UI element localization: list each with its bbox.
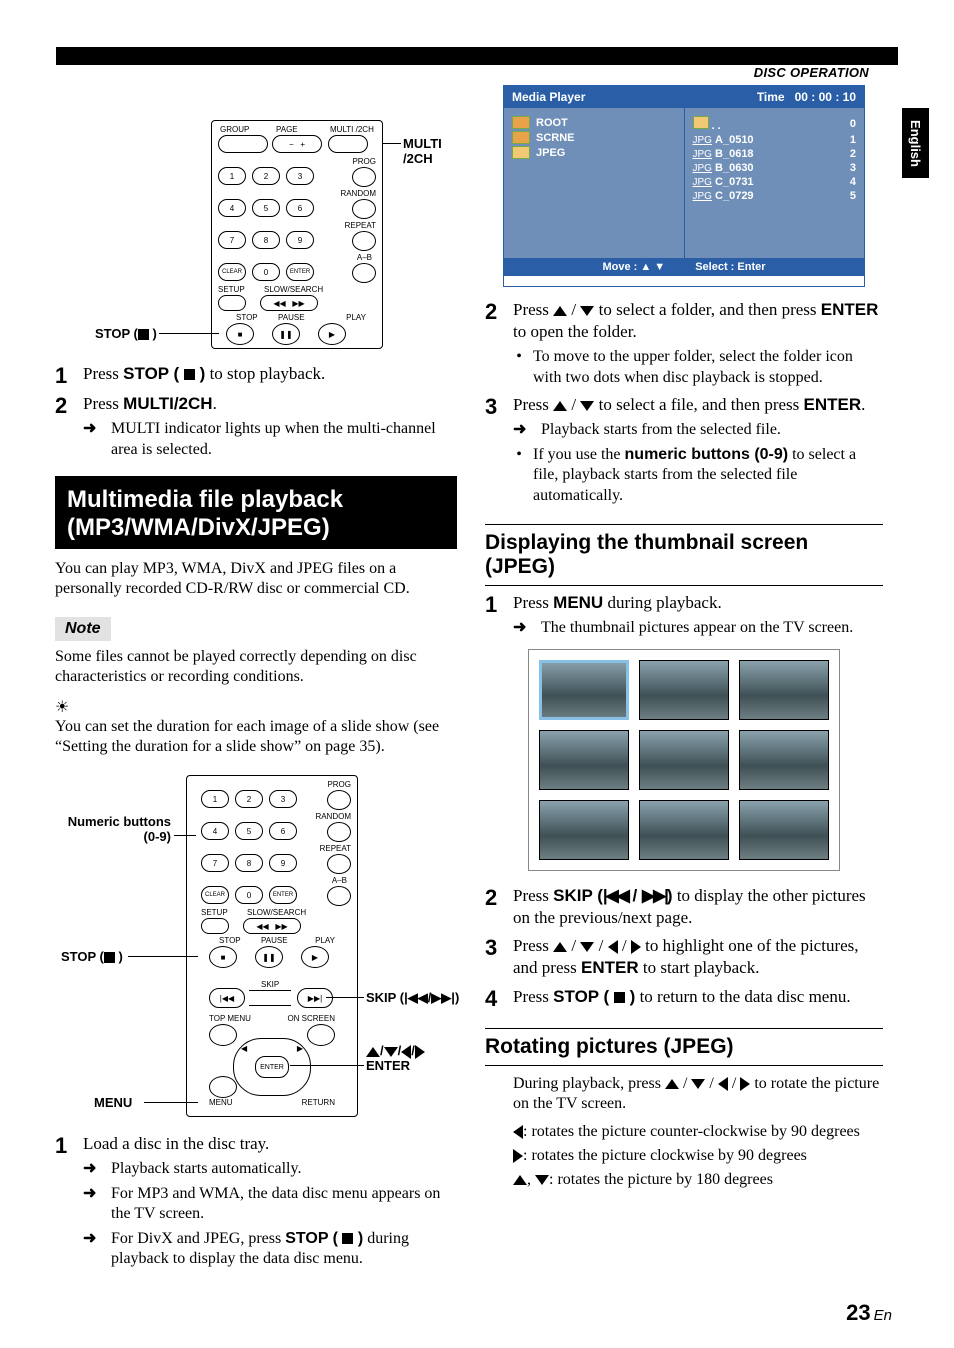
callout-menu: MENU xyxy=(94,1095,132,1110)
thumbnail xyxy=(739,800,829,860)
thumbnail xyxy=(539,730,629,790)
note-body: Some files cannot be played correctly de… xyxy=(55,647,457,687)
callout-stop: STOP ( ) xyxy=(95,326,157,341)
step: 1 Press MENU during playback. ➜The thumb… xyxy=(485,592,883,639)
step-number: 1 xyxy=(55,1133,71,1269)
rc-label: SETUP xyxy=(218,285,245,294)
tip-text: You can set the duration for each image … xyxy=(55,717,457,757)
thumbnail xyxy=(739,730,829,790)
step-number: 1 xyxy=(55,363,71,387)
thumbnail xyxy=(639,800,729,860)
mp-file-pane: . .0 JPG A_05101 JPG B_06182 JPG B_06303… xyxy=(684,108,865,258)
step: 2 Press / to select a folder, and then p… xyxy=(485,299,883,388)
step: 2 Press MULTI/2CH. ➜MULTI indicator ligh… xyxy=(55,393,457,460)
header-bar xyxy=(56,47,898,65)
callout-stop: STOP ( ) xyxy=(61,949,123,964)
callout-multi: MULTI /2CH xyxy=(403,136,442,166)
rc-label: PAGE xyxy=(276,125,298,134)
thumbnail xyxy=(539,800,629,860)
remote-diagram-1: GROUP PAGE MULTI /2CH − + PROG RANDOM RE… xyxy=(101,120,411,355)
rc-label: STOP xyxy=(236,313,258,322)
rc-label: REPEAT xyxy=(345,221,376,230)
rc-label: RANDOM xyxy=(340,189,376,198)
callout-skip: SKIP (|◀◀/▶▶|) xyxy=(366,990,459,1006)
language-tab: English xyxy=(902,108,929,178)
rc-label: MULTI /2CH xyxy=(330,125,374,134)
callout-arrows: ///ENTER xyxy=(366,1044,425,1073)
tip-icon: ☀ xyxy=(55,697,457,717)
rc-label: SLOW/SEARCH xyxy=(264,285,323,294)
thumbnail xyxy=(639,730,729,790)
mp-title: Media Player xyxy=(512,90,585,104)
subheading: Displaying the thumbnail screen (JPEG) xyxy=(485,524,883,586)
step: 2 Press SKIP (|◀◀ / ▶▶|) to display the … xyxy=(485,885,883,930)
rc-label: PAUSE xyxy=(278,313,305,322)
mp-folder-pane: ROOT SCRNE JPEG xyxy=(504,108,684,258)
thumbnail xyxy=(639,660,729,720)
rc-label: GROUP xyxy=(220,125,249,134)
callout-numeric: Numeric buttons (0-9) xyxy=(61,815,171,845)
step: 4 Press STOP ( ) to return to the data d… xyxy=(485,986,883,1010)
rc-label: A–B xyxy=(357,253,372,262)
header-section: DISC OPERATION xyxy=(754,65,869,80)
thumbnail xyxy=(739,660,829,720)
step: 1 Load a disc in the disc tray. ➜Playbac… xyxy=(55,1133,457,1269)
intro-text: You can play MP3, WMA, DivX and JPEG fil… xyxy=(55,559,457,599)
step: 1 Press STOP ( ) to stop playback. xyxy=(55,363,457,387)
step: 3 Press / / / to highlight one of the pi… xyxy=(485,935,883,979)
rc-label: PROG xyxy=(352,157,376,166)
media-player-screen: Media Player Time 00 : 00 : 10 ROOT SCRN… xyxy=(503,85,865,287)
subheading: Rotating pictures (JPEG) xyxy=(485,1028,883,1066)
section-heading: Multimedia file playback (MP3/WMA/DivX/J… xyxy=(55,476,457,549)
step: 3 Press / to select a file, and then pre… xyxy=(485,394,883,506)
page-number: 23En xyxy=(846,1300,892,1326)
thumbnail xyxy=(539,660,629,720)
remote-diagram-2: PROG RANDOM REPEAT A–B 1 2 3 4 5 6 7 8 9… xyxy=(66,775,446,1125)
substep-text: MULTI indicator lights up when the multi… xyxy=(111,419,457,460)
step-number: 2 xyxy=(55,393,71,460)
thumbnail-grid xyxy=(528,649,840,871)
rotate-intro: During playback, press / / / to rotate t… xyxy=(513,1074,883,1114)
rc-label: PLAY xyxy=(346,313,366,322)
language-tab-label: English xyxy=(908,120,923,167)
note-label: Note xyxy=(55,617,111,641)
